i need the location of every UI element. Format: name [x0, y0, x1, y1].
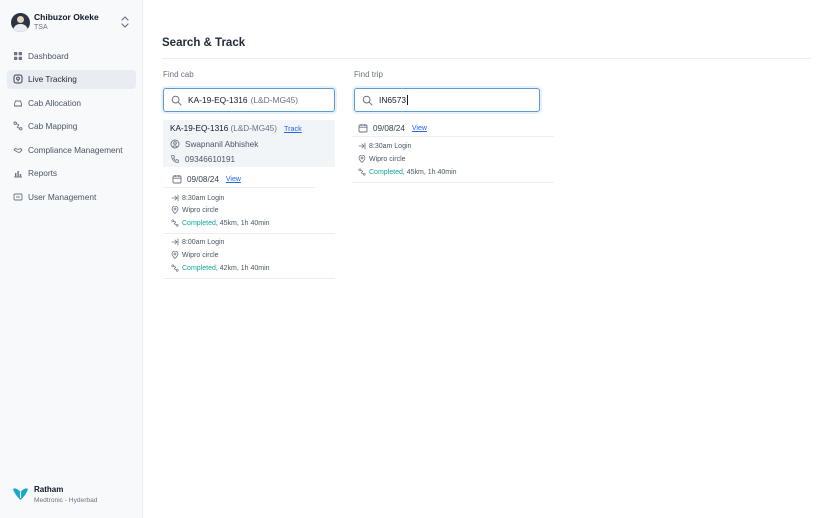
- cab-trip-1-time: 8:30am Login: [171, 194, 224, 202]
- trip-result-time: 8:30am Login: [358, 142, 411, 150]
- trip-result-place: Wipro circle: [358, 155, 406, 163]
- sidebar-item-label: Dashboard: [28, 50, 69, 61]
- cab-trip-2-place: Wipro circle: [171, 251, 219, 259]
- ratham-logo: [12, 486, 29, 501]
- cab-trip-1-status: Completed, 45km, 1h 40min: [171, 219, 270, 227]
- divider: [163, 278, 335, 279]
- login-arrow-icon: [171, 238, 179, 246]
- cab-plate: KA-19-EQ-1316: [170, 124, 229, 133]
- trip-view-link[interactable]: View: [412, 125, 427, 132]
- user-name: Chibuzor Okeke: [34, 12, 99, 22]
- trip-time: 8:00am Login: [182, 238, 225, 246]
- route-icon: [13, 121, 23, 131]
- org-location: Medtronic - Hyderbad: [34, 497, 98, 504]
- trip-time: 8:30am Login: [182, 194, 225, 202]
- trip-status: Completed: [369, 168, 403, 176]
- sidebar-item-reports[interactable]: Reports: [7, 164, 136, 183]
- search-value: IN6573: [379, 95, 407, 105]
- tracking-icon: [13, 74, 23, 84]
- sidebar-item-user-management[interactable]: User Management: [7, 188, 136, 207]
- user-management-icon: [13, 192, 23, 202]
- divider: [162, 58, 811, 59]
- trip-place: Wipro circle: [182, 251, 219, 259]
- cab-view-link[interactable]: View: [226, 176, 241, 183]
- cab-title: KA-19-EQ-1316 (L&D-MG45): [170, 124, 277, 133]
- compliance-icon: [13, 145, 23, 155]
- main-content: Search & Track Find cab KA-19-EQ-1316 (L…: [143, 0, 828, 518]
- cab-result-card[interactable]: KA-19-EQ-1316 (L&D-MG45) Track Swapnanil…: [163, 120, 335, 167]
- trip-status: Completed: [182, 219, 216, 227]
- sidebar-nav: Dashboard Live Tracking Cab Allocation C…: [7, 46, 136, 211]
- sidebar-item-dashboard[interactable]: Dashboard: [7, 46, 136, 65]
- location-pin-icon: [171, 251, 179, 259]
- divider: [352, 182, 554, 183]
- phone-row: 09346610191: [170, 154, 235, 164]
- search-value: KA-19-EQ-1316: [188, 95, 248, 105]
- grid-icon: [13, 51, 23, 61]
- location-pin-icon: [171, 206, 179, 214]
- trip-detail: , 42km, 1h 40min: [215, 264, 270, 272]
- sidebar-item-compliance-management[interactable]: Compliance Management: [7, 140, 136, 159]
- find-cab-label: Find cab: [163, 70, 194, 79]
- divider: [352, 136, 554, 137]
- phone-icon: [170, 154, 180, 164]
- page-title: Search & Track: [162, 37, 246, 49]
- trip-status: Completed: [182, 264, 216, 272]
- trip-detail: , 45km, 1h 40min: [215, 219, 270, 227]
- calendar-icon: [172, 174, 182, 184]
- route-icon: [358, 168, 366, 176]
- driver-phone: 09346610191: [185, 154, 236, 164]
- trip-date-row: 09/08/24 View: [358, 123, 427, 133]
- search-icon: [171, 95, 182, 106]
- sidebar-item-cab-mapping[interactable]: Cab Mapping: [7, 117, 136, 136]
- avatar: [11, 13, 30, 32]
- cab-trip-2-time: 8:00am Login: [171, 238, 224, 246]
- org-switcher[interactable]: Ratham Medtronic - Hyderbad: [12, 484, 137, 508]
- chart-icon: [13, 168, 23, 178]
- org-name: Ratham: [34, 485, 64, 494]
- search-icon: [362, 95, 373, 106]
- sidebar: Chibuzor Okeke TSA Dashboard Live Tracki…: [0, 0, 143, 518]
- sidebar-item-label: Cab Mapping: [28, 121, 78, 132]
- cab-date: 09/08/24: [187, 174, 219, 184]
- user-role: TSA: [34, 24, 48, 31]
- search-value-suffix: (L&D-MG45): [250, 95, 299, 105]
- divider: [163, 187, 315, 188]
- chevron-up-down-icon[interactable]: [119, 15, 131, 29]
- login-arrow-icon: [358, 142, 366, 150]
- track-link[interactable]: Track: [284, 124, 302, 133]
- trip-date: 09/08/24: [373, 123, 405, 133]
- trip-result-status: Completed, 45km, 1h 40min: [358, 168, 457, 176]
- login-arrow-icon: [171, 194, 179, 202]
- sidebar-item-label: Reports: [28, 168, 58, 179]
- cab-trip-1-place: Wipro circle: [171, 206, 219, 214]
- find-cab-search-input[interactable]: KA-19-EQ-1316 (L&D-MG45): [163, 88, 335, 112]
- cab-trip-2-status: Completed, 42km, 1h 40min: [171, 264, 270, 272]
- sidebar-item-label: User Management: [28, 192, 97, 203]
- trip-place: Wipro circle: [182, 206, 219, 214]
- route-icon: [171, 219, 179, 227]
- text-cursor: [407, 95, 409, 105]
- user-circle-icon: [170, 139, 180, 149]
- location-pin-icon: [358, 155, 366, 163]
- route-icon: [171, 264, 179, 272]
- trip-place: Wipro circle: [369, 155, 406, 163]
- trip-time: 8:30am Login: [369, 142, 412, 150]
- calendar-icon: [358, 123, 368, 133]
- sidebar-item-label: Cab Allocation: [28, 97, 82, 108]
- driver-row: Swapnanil Abhishek: [170, 139, 258, 149]
- find-trip-label: Find trip: [354, 70, 383, 79]
- sidebar-item-label: Live Tracking: [28, 74, 77, 85]
- sidebar-item-live-tracking[interactable]: Live Tracking: [7, 69, 136, 89]
- cab-code: (L&D-MG45): [230, 124, 277, 133]
- sidebar-item-cab-allocation[interactable]: Cab Allocation: [7, 93, 136, 112]
- user-switcher[interactable]: Chibuzor Okeke TSA: [11, 11, 132, 35]
- driver-name: Swapnanil Abhishek: [185, 139, 259, 149]
- trip-detail: , 45km, 1h 40min: [402, 168, 457, 176]
- car-icon: [13, 98, 23, 108]
- divider: [163, 233, 335, 234]
- sidebar-item-label: Compliance Management: [28, 144, 123, 155]
- cab-date-row: 09/08/24 View: [172, 174, 241, 184]
- find-trip-search-input[interactable]: IN6573: [354, 88, 540, 112]
